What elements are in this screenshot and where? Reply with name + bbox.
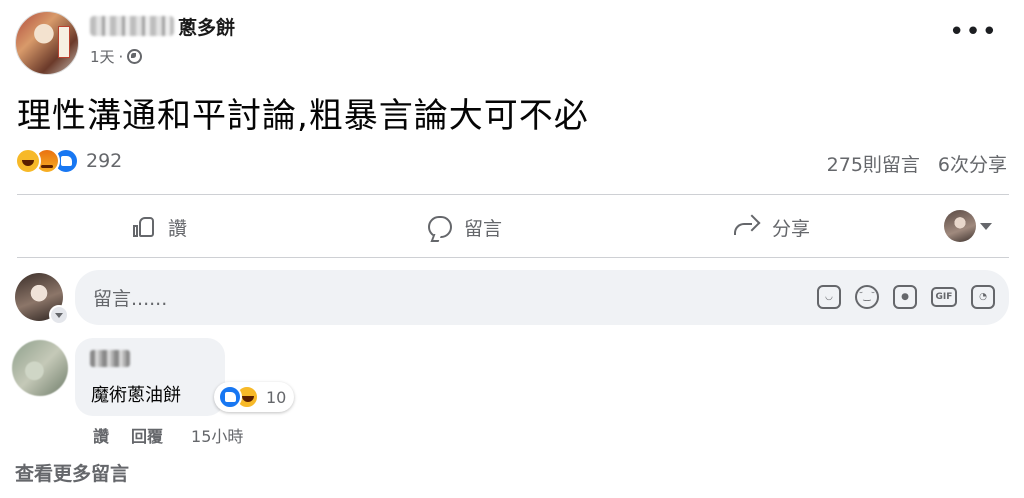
speech-bubble-icon bbox=[428, 216, 452, 238]
share-arrow-icon bbox=[734, 217, 760, 237]
chevron-down-icon bbox=[980, 222, 992, 230]
sticker-icon[interactable]: ◡ bbox=[817, 285, 841, 309]
composer-tools: ◡ ˘‿˘ ● GIF ◔ bbox=[817, 285, 995, 309]
comment-button[interactable]: 留言 bbox=[428, 210, 502, 244]
reaction-count[interactable]: 292 bbox=[86, 150, 122, 172]
avatar bbox=[944, 210, 976, 242]
more-options-button[interactable]: ••• bbox=[949, 19, 998, 45]
view-more-comments-link[interactable]: 查看更多留言 bbox=[15, 459, 129, 486]
commenter-avatar[interactable] bbox=[12, 340, 68, 396]
comment-text: 魔術蔥油餅 bbox=[91, 385, 181, 406]
post-time[interactable]: 1天 bbox=[90, 46, 115, 67]
camera-icon[interactable]: ● bbox=[893, 285, 917, 309]
comment-composer: ◡ ˘‿˘ ● GIF ◔ bbox=[75, 270, 1009, 327]
meta-separator: · bbox=[118, 47, 124, 66]
comment-reactions[interactable]: 10 bbox=[214, 382, 295, 412]
author-name-redacted bbox=[90, 16, 174, 36]
avatar-sign-detail bbox=[58, 26, 70, 58]
haha-icon bbox=[15, 148, 41, 174]
chevron-down-icon[interactable] bbox=[49, 305, 69, 325]
comment-label: 留言 bbox=[464, 217, 503, 240]
like-label: 讚 bbox=[168, 217, 188, 240]
post-meta: 1天 · bbox=[90, 46, 143, 67]
post-text: 理性溝通和平討論,粗暴言論大可不必 bbox=[17, 96, 589, 136]
reaction-summary[interactable]: 292 bbox=[15, 148, 122, 174]
share-label: 分享 bbox=[772, 217, 811, 240]
like-button[interactable]: 讚 bbox=[132, 210, 187, 244]
comment-like-link[interactable]: 讚 bbox=[93, 423, 109, 447]
share-count-link[interactable]: 6次分享 bbox=[938, 150, 1007, 177]
page-avatar[interactable] bbox=[15, 11, 79, 75]
comment-count-link[interactable]: 275則留言 bbox=[827, 150, 920, 177]
globe-icon bbox=[127, 49, 143, 64]
post-author[interactable]: 蔥多餅 bbox=[90, 12, 235, 40]
engagement-counts: 275則留言 6次分享 bbox=[827, 150, 1007, 177]
gif-icon[interactable]: GIF bbox=[931, 287, 957, 307]
divider bbox=[17, 194, 1009, 195]
author-name[interactable]: 蔥多餅 bbox=[178, 13, 235, 40]
share-button[interactable]: 分享 bbox=[734, 210, 810, 244]
comment-reply-link[interactable]: 回覆 bbox=[131, 423, 163, 447]
comment-time[interactable]: 15小時 bbox=[191, 423, 243, 447]
like-icon bbox=[218, 385, 242, 409]
comment-bubble: 魔術蔥油餅 bbox=[75, 338, 225, 416]
comment-input[interactable] bbox=[91, 270, 775, 327]
avatar-sticker-icon[interactable]: ◔ bbox=[971, 285, 995, 309]
comment-reaction-count: 10 bbox=[266, 387, 287, 407]
divider bbox=[17, 257, 1009, 258]
comment-actions: 讚 回覆 15小時 bbox=[93, 423, 243, 447]
emoji-icon[interactable]: ˘‿˘ bbox=[855, 285, 879, 309]
profile-switcher[interactable] bbox=[944, 210, 992, 242]
commenter-name-redacted[interactable] bbox=[90, 350, 130, 367]
thumbs-up-icon bbox=[132, 215, 156, 239]
